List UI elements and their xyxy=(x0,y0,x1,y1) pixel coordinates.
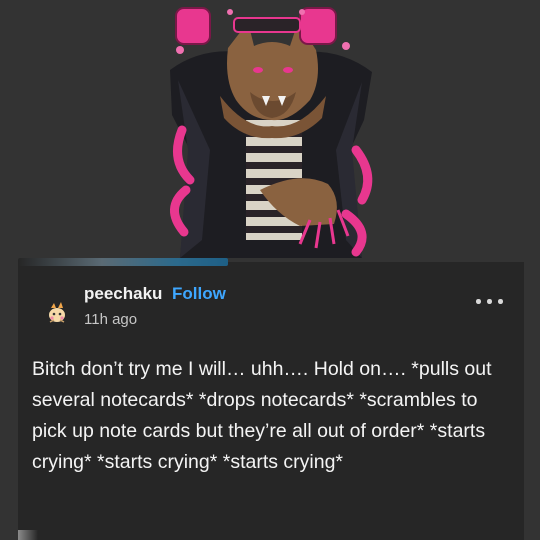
card-header-strip xyxy=(18,258,228,266)
werewolf-artwork xyxy=(150,0,390,262)
username[interactable]: peechaku xyxy=(84,284,162,304)
post-timestamp: 11h ago xyxy=(84,311,138,328)
follow-button[interactable]: Follow xyxy=(172,284,226,304)
card-footer-strip xyxy=(18,530,38,540)
screenshot: peechaku Follow 11h ago Bitch don’t try … xyxy=(0,0,540,540)
post-body: Bitch don’t try me I will… uhh…. Hold on… xyxy=(32,358,492,473)
post-card: peechaku Follow 11h ago Bitch don’t try … xyxy=(18,258,524,540)
avatar-icon[interactable] xyxy=(42,298,72,328)
more-options-icon[interactable] xyxy=(474,292,506,310)
